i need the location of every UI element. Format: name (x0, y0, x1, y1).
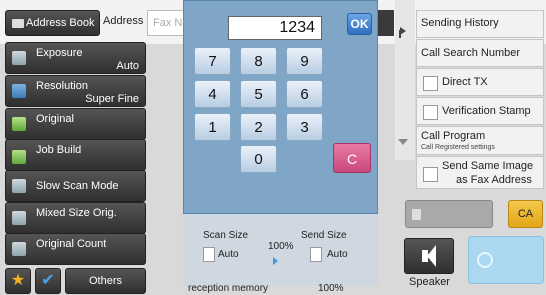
key-3[interactable]: 3 (286, 113, 323, 141)
start-button[interactable] (468, 236, 544, 284)
key-0[interactable]: 0 (240, 145, 277, 173)
original-count-button[interactable]: Original Count (5, 233, 146, 265)
call-program-sublabel: Call Registered settings (421, 144, 495, 151)
mixed-size-icon (12, 211, 26, 225)
scan-doc-icon (203, 247, 215, 262)
resolution-value: Super Fine (85, 93, 139, 105)
verification-stamp-button[interactable]: Verification Stamp (416, 97, 544, 125)
original-count-label: Original Count (36, 238, 107, 250)
disabled-action-icon (412, 209, 421, 220)
call-program-label: Call Program (421, 130, 486, 142)
ca-button[interactable]: CA (508, 200, 543, 228)
mixed-size-orig-button[interactable]: Mixed Size Orig. (5, 202, 146, 234)
address-book-label: Address Book (26, 17, 95, 29)
mixed-size-label: Mixed Size Orig. (36, 207, 117, 219)
key-1[interactable]: 1 (194, 113, 231, 141)
sending-history-button[interactable]: Sending History (416, 10, 544, 38)
address-book-button[interactable]: Address Book (5, 10, 100, 36)
key-6[interactable]: 6 (286, 80, 323, 108)
right-panel-handle[interactable] (395, 0, 415, 160)
slow-scan-label: Slow Scan Mode (36, 180, 119, 192)
send-size-label: Send Size (301, 230, 347, 241)
address-book-icon (12, 19, 24, 28)
original-button[interactable]: Original (5, 108, 146, 140)
key-7[interactable]: 7 (194, 47, 231, 75)
clear-button[interactable]: C (333, 143, 371, 173)
slow-scan-mode-button[interactable]: Slow Scan Mode (5, 170, 146, 202)
key-5[interactable]: 5 (240, 80, 277, 108)
speaker-cone-icon (427, 245, 436, 267)
send-doc-icon (310, 247, 322, 262)
resolution-label: Resolution (36, 80, 88, 92)
favorite-star-icon[interactable]: ★ (5, 268, 31, 294)
original-label: Original (36, 113, 74, 125)
disabled-action-button (405, 200, 493, 228)
exposure-label: Exposure (36, 47, 83, 59)
ratio-value: 100% (268, 241, 294, 252)
scan-size-label: Scan Size (203, 230, 249, 241)
key-2[interactable]: 2 (240, 113, 277, 141)
job-build-icon (12, 150, 26, 164)
reception-memory-value: 100% (318, 283, 344, 294)
resolution-icon (12, 84, 26, 98)
address-label: Address (103, 15, 144, 27)
original-count-icon (12, 242, 26, 256)
direct-tx-label: Direct TX (442, 76, 488, 88)
checkmark-icon[interactable]: ✔ (35, 268, 61, 294)
others-button[interactable]: Others (65, 268, 146, 294)
job-build-label: Job Build (36, 144, 82, 156)
slow-scan-icon (12, 179, 26, 193)
call-program-button[interactable]: Call Program Call Registered settings (416, 126, 544, 155)
verification-stamp-checkbox[interactable] (423, 105, 438, 120)
direct-tx-button[interactable]: Direct TX (416, 68, 544, 96)
start-icon (477, 252, 493, 268)
verification-stamp-label: Verification Stamp (442, 105, 531, 117)
reception-memory-label: reception memory (188, 283, 269, 294)
number-display: 1234 (228, 16, 322, 40)
original-icon (12, 117, 26, 131)
resolution-button[interactable]: Resolution Super Fine (5, 75, 146, 107)
send-same-image-button[interactable]: Send Same Image as Fax Address (416, 156, 544, 189)
key-9[interactable]: 9 (286, 47, 323, 75)
exposure-value: Auto (116, 60, 139, 72)
job-build-button[interactable]: Job Build (5, 139, 146, 171)
call-search-number-button[interactable]: Call Search Number (416, 39, 544, 67)
send-same-image-checkbox[interactable] (423, 167, 438, 182)
scan-size-value[interactable]: Auto (218, 249, 239, 260)
exposure-icon (12, 51, 26, 65)
key-4[interactable]: 4 (194, 80, 231, 108)
panel-edge (378, 10, 394, 36)
collapse-bar-icon (399, 30, 401, 38)
key-8[interactable]: 8 (240, 47, 277, 75)
arrow-right-icon (273, 257, 278, 265)
scroll-down-icon[interactable] (398, 139, 408, 145)
speaker-button[interactable] (404, 238, 454, 274)
send-same-image-label-1: Send Same Image (442, 160, 534, 172)
direct-tx-checkbox[interactable] (423, 76, 438, 91)
exposure-button[interactable]: Exposure Auto (5, 42, 146, 74)
send-size-value[interactable]: Auto (327, 249, 348, 260)
send-same-image-label-2: as Fax Address (456, 174, 532, 186)
speaker-label: Speaker (409, 276, 450, 288)
ok-button[interactable]: OK (347, 13, 372, 35)
